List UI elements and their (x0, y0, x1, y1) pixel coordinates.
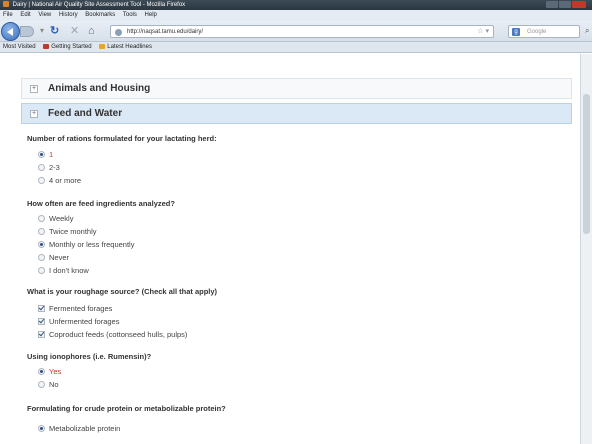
option-analysis-weekly[interactable]: Weekly (38, 214, 73, 223)
expand-icon[interactable]: + (30, 85, 38, 93)
bookmark-getting-started[interactable]: Getting Started (43, 44, 93, 50)
option-label: 4 or more (49, 176, 82, 185)
question-ionophores: Using ionophores (i.e. Rumensin)? (27, 352, 152, 361)
page-content: + Animals and Housing + Feed and Water N… (0, 54, 580, 444)
maximize-button[interactable] (559, 1, 571, 8)
radio-button[interactable] (38, 151, 45, 158)
option-metabolizable-protein[interactable]: Metabolizable protein (38, 424, 120, 433)
question-roughage-source: What is your roughage source? (Check all… (27, 287, 218, 296)
bookmark-latest-headlines[interactable]: Latest Headlines (99, 44, 152, 50)
stop-icon[interactable]: ✕ (70, 25, 79, 37)
radio-button[interactable] (38, 177, 45, 184)
question-feed-analysis: How often are feed ingredients analyzed? (27, 199, 175, 208)
menu-history[interactable]: History (59, 12, 78, 18)
option-analysis-dont-know[interactable]: I don't know (38, 266, 89, 275)
firefox-icon (3, 1, 9, 7)
option-ionophores-no[interactable]: No (38, 380, 59, 389)
menu-view[interactable]: View (38, 12, 51, 18)
search-placeholder: Google (527, 29, 547, 35)
option-label: 2-3 (49, 163, 60, 172)
window-title: Dairy | National Air Quality Site Assess… (12, 2, 186, 8)
bookmarks-toolbar: Most Visited Getting Started Latest Head… (0, 42, 592, 53)
option-rations-2-3[interactable]: 2-3 (38, 163, 60, 172)
option-label: Metabolizable protein (49, 424, 121, 433)
section-animals-and-housing[interactable]: + Animals and Housing (21, 78, 572, 99)
history-dropdown-icon[interactable]: ▾ (40, 25, 44, 37)
checkbox[interactable] (38, 331, 45, 338)
rss-feed-icon (99, 44, 106, 49)
option-ionophores-yes[interactable]: Yes (38, 367, 61, 376)
radio-button[interactable] (38, 164, 45, 171)
minimize-button[interactable] (546, 1, 558, 8)
menu-help[interactable]: Help (145, 12, 157, 18)
window-titlebar: Dairy | National Air Quality Site Assess… (0, 0, 592, 10)
search-box[interactable]: g Google (508, 25, 580, 38)
option-label: I don't know (49, 266, 89, 275)
option-fermented-forages[interactable]: Fermented forages (38, 304, 112, 313)
menu-tools[interactable]: Tools (123, 12, 137, 18)
option-label: Never (49, 253, 70, 262)
option-analysis-never[interactable]: Never (38, 253, 69, 262)
option-label: 1 (49, 150, 54, 159)
option-label: Monthly or less frequently (49, 240, 135, 249)
option-label: Coproduct feeds (cottonseed hulls, pulps… (49, 330, 188, 339)
question-rations: Number of rations formulated for your la… (27, 134, 217, 143)
section-feed-and-water[interactable]: + Feed and Water (21, 103, 572, 124)
bookmark-star-icon[interactable]: ☆ ▾ (477, 26, 489, 38)
option-label: Twice monthly (49, 227, 97, 236)
bookmark-label: Latest Headlines (107, 44, 152, 50)
option-coproduct-feeds[interactable]: Coproduct feeds (cottonseed hulls, pulps… (38, 330, 187, 339)
option-label: No (49, 380, 59, 389)
bookmark-label: Getting Started (51, 44, 92, 50)
checkbox[interactable] (38, 318, 45, 325)
home-icon[interactable]: ⌂ (88, 25, 95, 37)
bookmark-most-visited[interactable]: Most Visited (3, 44, 37, 50)
option-label: Yes (49, 367, 62, 376)
menu-file[interactable]: File (3, 12, 13, 18)
option-rations-1[interactable]: 1 (38, 150, 53, 159)
option-unfermented-forages[interactable]: Unfermented forages (38, 317, 119, 326)
radio-button[interactable] (38, 381, 45, 388)
menu-bar: File Edit View History Bookmarks Tools H… (0, 10, 592, 21)
radio-button[interactable] (38, 215, 45, 222)
radio-button[interactable] (38, 241, 45, 248)
radio-button[interactable] (38, 228, 45, 235)
site-identity-icon[interactable] (115, 29, 122, 36)
bookmark-label: Most Visited (3, 44, 36, 50)
window-controls (546, 1, 586, 8)
menu-bookmarks[interactable]: Bookmarks (85, 12, 115, 18)
back-button[interactable] (1, 22, 20, 41)
url-bar[interactable]: http://naqsat.tamu.edu/dairy/ ☆ ▾ (110, 25, 494, 38)
radio-button[interactable] (38, 368, 45, 375)
radio-button[interactable] (38, 254, 45, 261)
option-label: Weekly (49, 214, 74, 223)
search-icon[interactable]: ⌕ (585, 26, 589, 36)
collapse-icon[interactable]: + (30, 110, 38, 118)
question-protein-formulation: Formulating for crude protein or metabol… (27, 404, 226, 413)
section-title: Feed and Water (48, 108, 123, 119)
forward-button[interactable] (20, 26, 34, 37)
vertical-scrollbar[interactable] (580, 54, 592, 444)
option-analysis-monthly[interactable]: Monthly or less frequently (38, 240, 134, 249)
option-label: Unfermented forages (49, 317, 120, 326)
section-title: Animals and Housing (48, 83, 151, 94)
checkbox[interactable] (38, 305, 45, 312)
scrollbar-thumb[interactable] (583, 94, 590, 234)
reload-icon[interactable]: ↻ (50, 25, 59, 37)
option-analysis-twice-monthly[interactable]: Twice monthly (38, 227, 97, 236)
option-label: Fermented forages (49, 304, 113, 313)
radio-button[interactable] (38, 267, 45, 274)
close-button[interactable] (572, 1, 586, 8)
radio-button[interactable] (38, 425, 45, 432)
getting-started-icon (43, 44, 50, 49)
navigation-toolbar: ▾ ↻ ✕ ⌂ http://naqsat.tamu.edu/dairy/ ☆ … (0, 21, 592, 42)
url-text: http://naqsat.tamu.edu/dairy/ (127, 29, 204, 35)
menu-edit[interactable]: Edit (20, 12, 30, 18)
option-rations-4-or-more[interactable]: 4 or more (38, 176, 81, 185)
google-search-engine-icon[interactable]: g (512, 28, 520, 36)
